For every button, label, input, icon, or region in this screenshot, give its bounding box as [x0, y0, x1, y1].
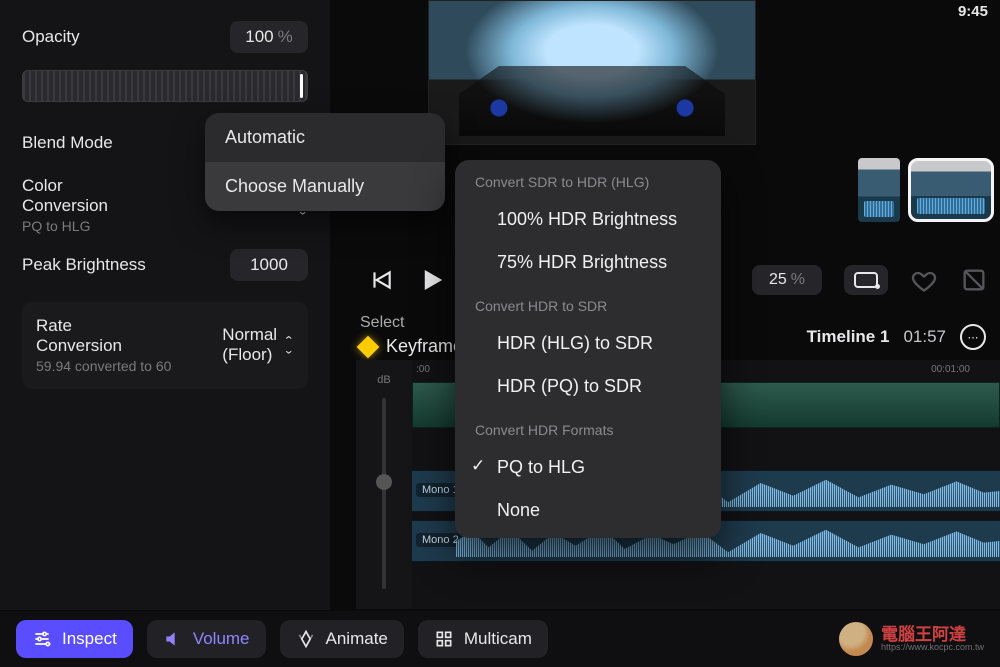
animate-icon — [296, 629, 316, 649]
menu-header-hdr-to-sdr: Convert HDR to SDR — [455, 284, 721, 322]
bottom-tab-bar: Inspect Volume Animate Multicam 電腦王阿達 ht… — [0, 611, 1000, 667]
clip-thumbnail[interactable] — [908, 158, 994, 222]
video-preview[interactable] — [428, 0, 756, 145]
tab-inspect[interactable]: Inspect — [16, 620, 133, 658]
mascot-icon — [839, 622, 873, 656]
play-button[interactable] — [416, 265, 446, 295]
opacity-slider[interactable] — [22, 70, 308, 102]
crop-disabled-icon[interactable] — [960, 266, 988, 294]
timeline-name[interactable]: Timeline 1 — [807, 327, 890, 347]
timeline-header: Timeline 1 01:57 ⋯ — [807, 324, 986, 350]
rate-conversion-sub: 59.94 converted to 60 — [36, 358, 171, 376]
rate-conversion-label: Rate Conversion — [36, 316, 171, 356]
blend-mode-label: Blend Mode — [22, 133, 113, 153]
keyframe-badge: Select Keyframe — [360, 314, 463, 357]
menu-header-sdr-to-hdr: Convert SDR to HDR (HLG) — [455, 160, 721, 198]
tab-volume[interactable]: Volume — [147, 620, 266, 658]
zoom-field[interactable]: 25 % — [752, 265, 822, 295]
audio-meter-column: dB — [356, 360, 412, 609]
sliders-icon — [32, 629, 52, 649]
status-clock: 9:45 — [958, 3, 988, 20]
color-conversion-sub: PQ to HLG — [22, 218, 108, 236]
timeline-options-button[interactable]: ⋯ — [960, 324, 986, 350]
blend-mode-popover: Automatic Choose Manually — [205, 113, 445, 211]
timeline-timecode: 01:57 — [903, 327, 946, 347]
peak-brightness-label: Peak Brightness — [22, 255, 146, 275]
color-conversion-label: Color Conversion — [22, 176, 108, 216]
color-conversion-menu: Convert SDR to HDR (HLG) 100% HDR Bright… — [455, 160, 721, 538]
popover-automatic[interactable]: Automatic — [205, 113, 445, 162]
opacity-label: Opacity — [22, 27, 80, 47]
db-label: dB — [377, 374, 390, 386]
inspector-panel: Opacity 100 % Blend Mode Color Conversio… — [0, 0, 330, 610]
display-options-button[interactable] — [844, 265, 888, 295]
menu-pq-to-sdr[interactable]: HDR (PQ) to SDR — [455, 365, 721, 408]
media-browser-thumbs — [858, 158, 994, 222]
chevron-updown-icon: ⌃⌄ — [283, 336, 294, 356]
tab-animate[interactable]: Animate — [280, 620, 404, 658]
rate-conversion-value: Normal (Floor) — [222, 325, 277, 365]
skip-back-button[interactable] — [368, 267, 394, 293]
site-watermark: 電腦王阿達 https://www.kocpc.com.tw — [839, 622, 984, 656]
menu-pq-to-hlg[interactable]: PQ to HLG — [455, 446, 721, 489]
menu-75-hdr[interactable]: 75% HDR Brightness — [455, 241, 721, 284]
popover-choose-manually[interactable]: Choose Manually — [205, 162, 445, 211]
rate-conversion-card[interactable]: Rate Conversion 59.94 converted to 60 No… — [22, 302, 308, 390]
favorite-icon[interactable] — [910, 266, 938, 294]
opacity-value-field[interactable]: 100 % — [230, 21, 308, 53]
menu-header-hdr-formats: Convert HDR Formats — [455, 408, 721, 446]
grid-icon — [434, 629, 454, 649]
menu-none[interactable]: None — [455, 489, 721, 532]
menu-hlg-to-sdr[interactable]: HDR (HLG) to SDR — [455, 322, 721, 365]
menu-100-hdr[interactable]: 100% HDR Brightness — [455, 198, 721, 241]
clip-thumbnail[interactable] — [858, 158, 900, 222]
tab-multicam[interactable]: Multicam — [418, 620, 548, 658]
peak-brightness-field[interactable]: 1000 — [230, 249, 308, 281]
keyframe-diamond-icon — [357, 335, 380, 358]
volume-fader[interactable] — [382, 398, 386, 589]
speaker-icon — [163, 629, 183, 649]
